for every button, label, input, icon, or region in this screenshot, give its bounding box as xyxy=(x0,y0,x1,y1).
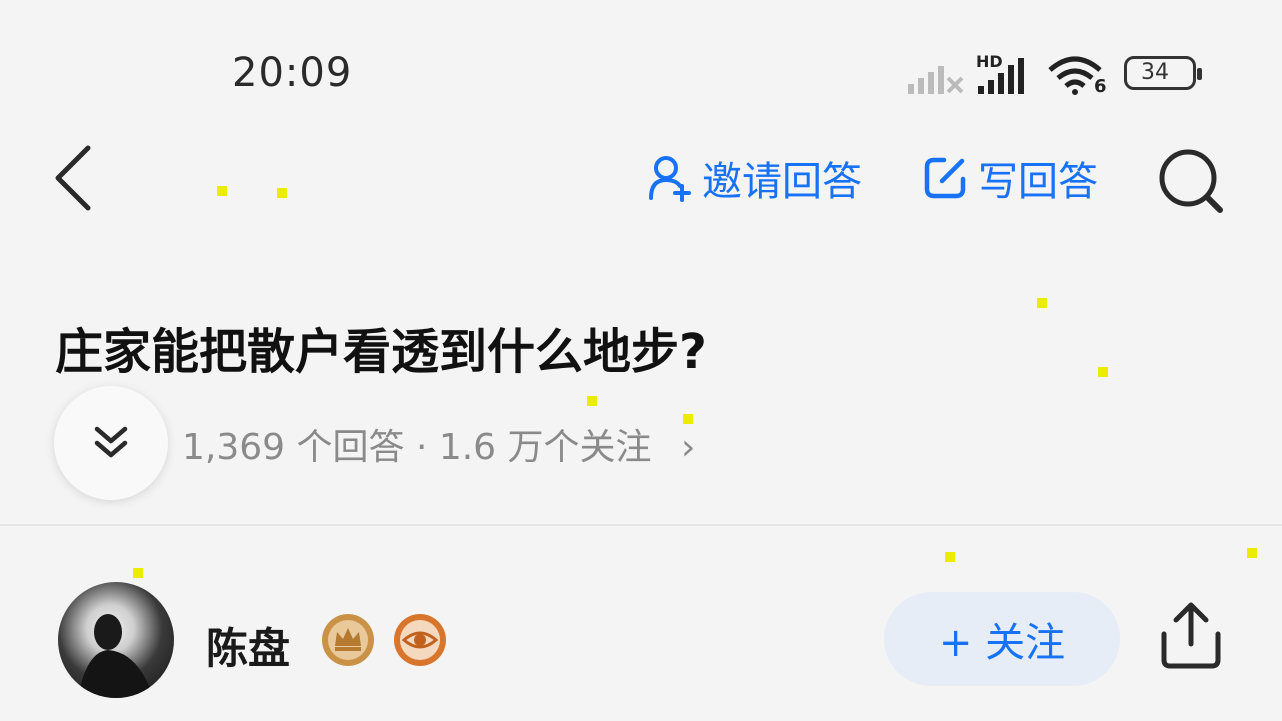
decorative-dot xyxy=(683,414,693,424)
decorative-dot xyxy=(217,186,227,196)
invite-user-icon xyxy=(649,156,691,202)
cellular-signal-icon xyxy=(978,58,1024,94)
author-name[interactable]: 陈盘 xyxy=(206,615,290,676)
decorative-dot xyxy=(277,188,287,198)
wifi-label: 6 xyxy=(1094,76,1107,97)
invite-answer-label: 邀请回答 xyxy=(702,159,862,205)
decorative-dot xyxy=(587,396,597,406)
question-stats-link[interactable]: 1,369 个回答 · 1.6 万个关注 › xyxy=(182,418,695,470)
divider xyxy=(0,524,1282,526)
decorative-dot xyxy=(1037,298,1047,308)
back-arrow-icon xyxy=(55,145,91,211)
avatar[interactable] xyxy=(58,582,174,698)
write-answer-label: 写回答 xyxy=(978,159,1098,205)
write-icon xyxy=(924,157,966,199)
eye-badge-icon xyxy=(394,614,446,666)
decorative-dot xyxy=(1098,367,1108,377)
decorative-dot xyxy=(945,552,955,562)
search-button[interactable] xyxy=(1156,146,1226,220)
share-icon xyxy=(1161,602,1221,669)
status-icons: HD 6 34 xyxy=(906,52,1206,97)
search-icon xyxy=(1159,149,1223,213)
write-answer-button[interactable]: 写回答 xyxy=(922,150,1098,206)
status-time: 20:09 xyxy=(232,50,353,96)
avatar-silhouette xyxy=(78,614,154,698)
follow-button[interactable]: + 关注 xyxy=(884,592,1120,686)
battery-icon: 34 xyxy=(1124,56,1202,90)
battery-level: 34 xyxy=(1141,60,1169,85)
expand-question-button[interactable] xyxy=(54,386,168,500)
share-button[interactable] xyxy=(1158,600,1224,676)
decorative-dot xyxy=(1247,548,1257,558)
question-title: 庄家能把散户看透到什么地步? xyxy=(55,324,707,380)
decorative-dot xyxy=(133,568,143,578)
chevron-right-icon: › xyxy=(680,427,696,468)
cellular-no-signal-icon xyxy=(908,66,964,94)
expand-chevron-icon xyxy=(94,426,128,458)
question-stats: 1,369 个回答 · 1.6 万个关注 xyxy=(182,427,652,468)
invite-answer-button[interactable]: 邀请回答 xyxy=(648,150,862,206)
back-button[interactable] xyxy=(50,142,94,218)
crown-badge-icon xyxy=(322,614,374,666)
